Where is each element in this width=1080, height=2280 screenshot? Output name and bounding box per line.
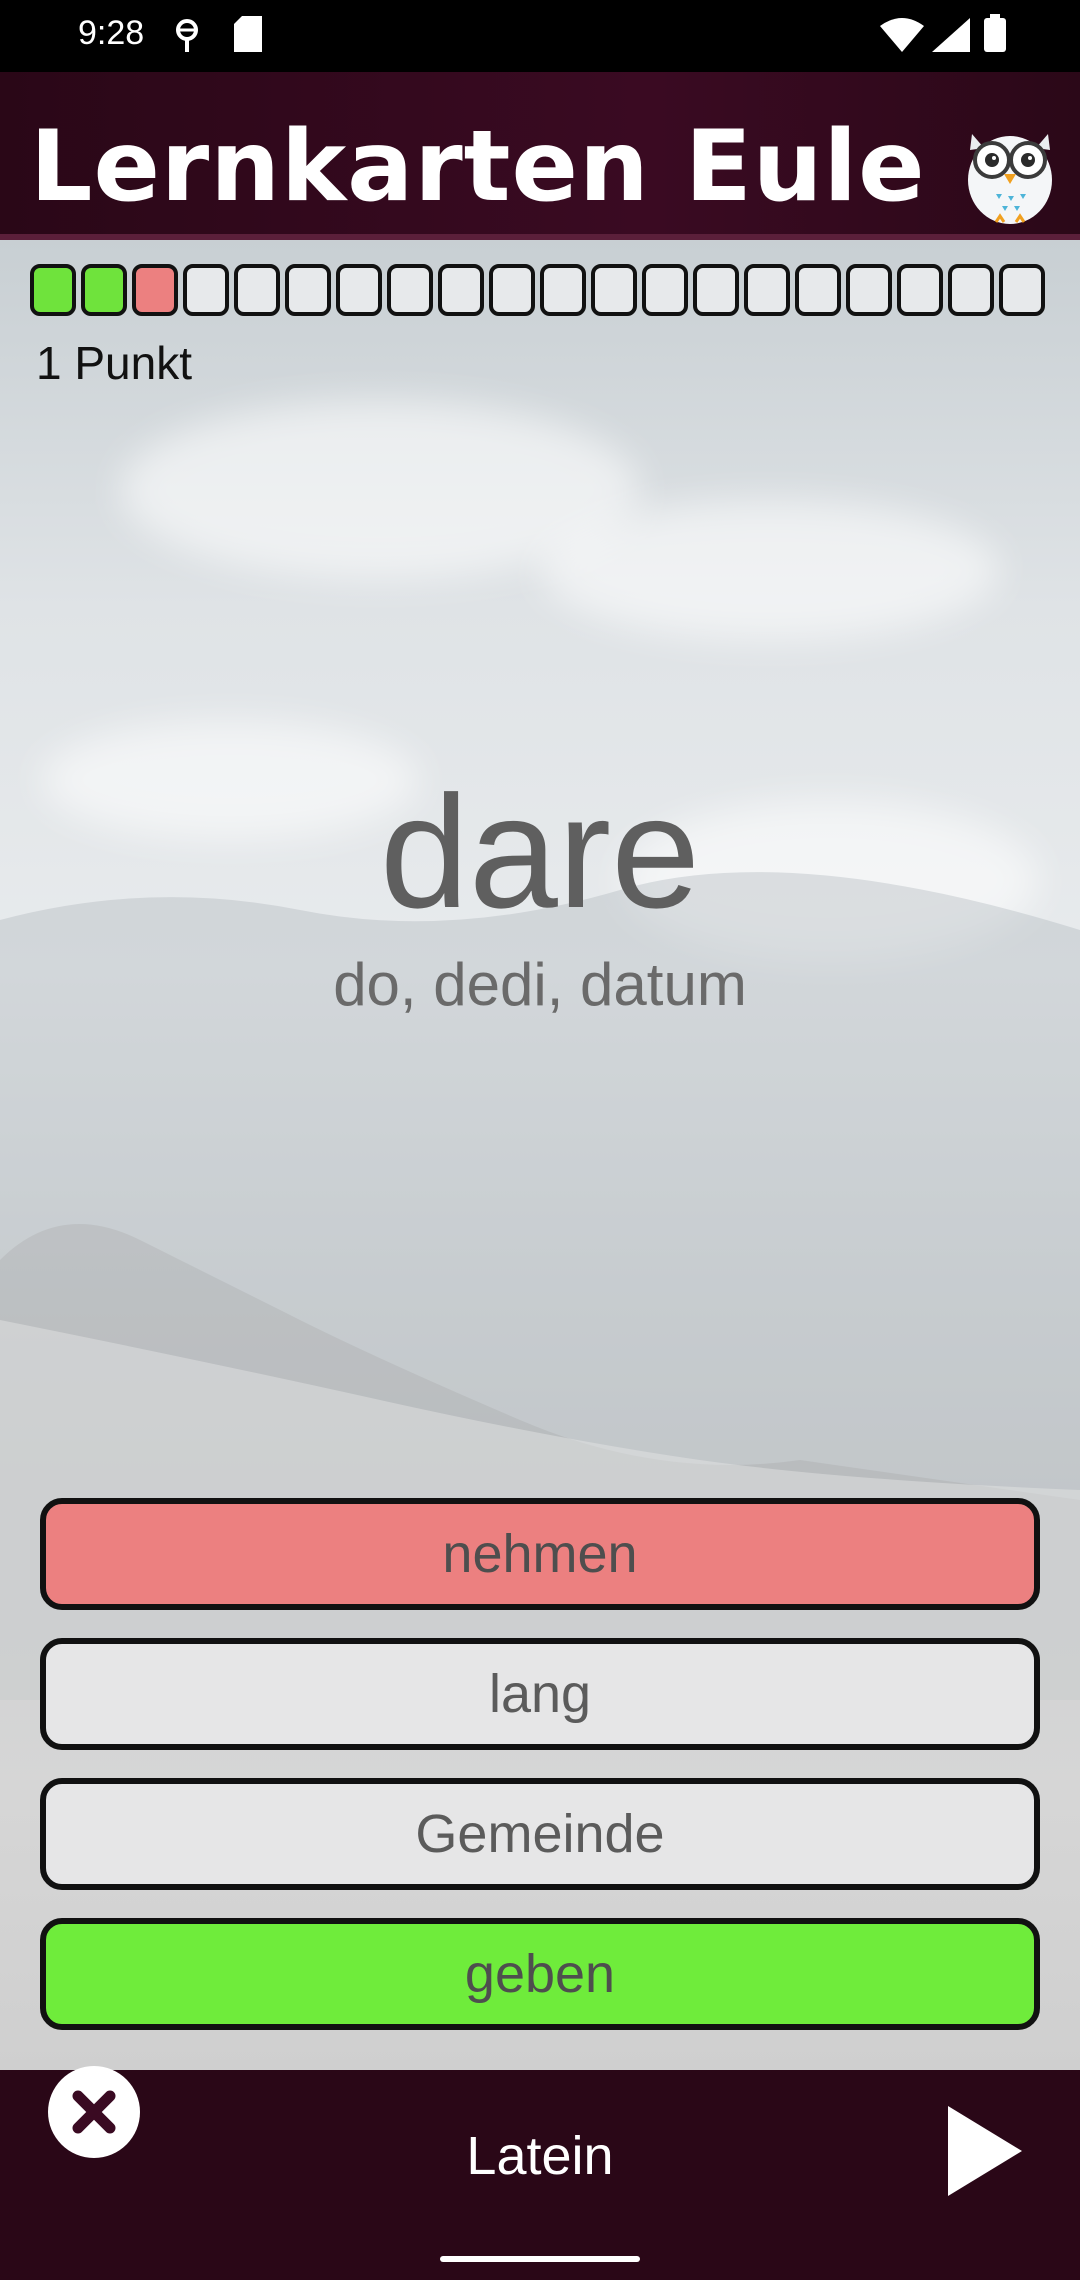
progress-segment — [540, 264, 586, 316]
question-forms: do, dedi, datum — [333, 951, 747, 1018]
answer-button[interactable]: geben — [40, 1918, 1040, 2030]
subject-label: Latein — [466, 2126, 614, 2186]
app-title: Lernkarten Eule — [30, 110, 926, 224]
vpn-key-icon — [176, 19, 198, 52]
play-icon[interactable] — [948, 2106, 1022, 2196]
progress-segment — [285, 264, 331, 316]
progress-segment — [795, 264, 841, 316]
progress-segment — [948, 264, 994, 316]
progress-segment — [846, 264, 892, 316]
progress-segment — [693, 264, 739, 316]
progress-segment — [183, 264, 229, 316]
progress-segment — [591, 264, 637, 316]
home-indicator[interactable] — [440, 2256, 640, 2262]
progress-segment — [438, 264, 484, 316]
progress-bar — [30, 264, 1052, 316]
answer-button[interactable]: nehmen — [40, 1498, 1040, 1610]
progress-segment — [234, 264, 280, 316]
wifi-icon — [880, 18, 924, 52]
progress-segment — [132, 264, 178, 316]
battery-icon — [984, 14, 1006, 52]
signal-icon — [932, 18, 970, 52]
answer-button[interactable]: lang — [40, 1638, 1040, 1750]
progress-segment — [897, 264, 943, 316]
answer-button[interactable]: Gemeinde — [40, 1778, 1040, 1890]
question-word: dare — [379, 762, 701, 941]
progress-segment — [744, 264, 790, 316]
progress-segment — [489, 264, 535, 316]
owl-icon — [968, 134, 1052, 224]
status-time: 9:28 — [78, 14, 145, 52]
progress-segment — [30, 264, 76, 316]
app-bar: Lernkarten Eule — [0, 72, 1080, 240]
progress-segment — [642, 264, 688, 316]
sd-card-icon — [234, 16, 262, 52]
progress-segment — [81, 264, 127, 316]
progress-segment — [387, 264, 433, 316]
progress-segment — [336, 264, 382, 316]
score-label: 1 Punkt — [36, 337, 192, 389]
progress-segment — [999, 264, 1045, 316]
background-cloud — [540, 500, 1000, 640]
status-bar: 9:28 — [0, 0, 1080, 72]
